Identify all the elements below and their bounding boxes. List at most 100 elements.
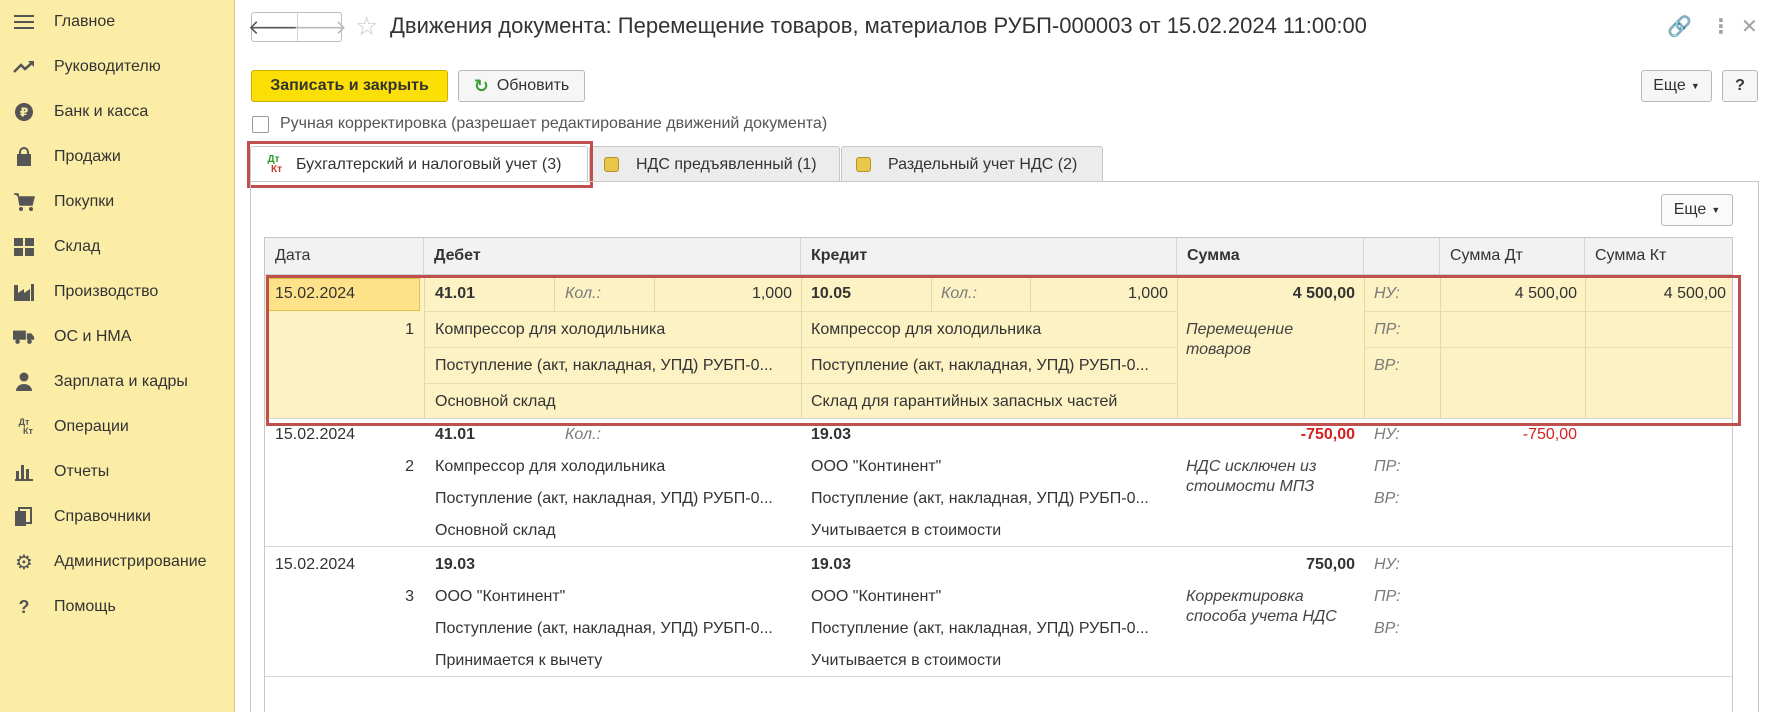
back-button[interactable]: 🡐 — [248, 13, 302, 41]
cell-sum: 750,00 — [1306, 556, 1355, 573]
link-icon[interactable]: 🔗 — [1667, 14, 1692, 39]
dtkt-icon: Дт Кт — [267, 153, 283, 175]
column-header-sum-kt[interactable]: Сумма Кт — [1585, 238, 1732, 274]
table-row[interactable]: 15.02.2024 3 19.03 ООО "Континент" Посту… — [265, 547, 1732, 677]
refresh-button[interactable]: ↻ Обновить — [458, 70, 585, 102]
tab-separate-vat[interactable]: Раздельный учет НДС (2) — [841, 146, 1103, 182]
register-icon — [604, 157, 619, 172]
table-more-button[interactable]: Еще ▼ — [1661, 194, 1733, 226]
svg-text:₽: ₽ — [20, 106, 28, 120]
column-header-debit[interactable]: Дебет — [424, 238, 801, 274]
cell-sum: 4 500,00 — [1292, 285, 1355, 302]
sidebar-item-help[interactable]: ? Помощь — [0, 587, 234, 627]
menu-icon — [13, 11, 35, 33]
cell-debit-qty — [665, 419, 792, 451]
dtkt-icon: Дт Кт — [18, 417, 33, 436]
favorite-star-icon[interactable]: ☆ — [355, 11, 378, 42]
cell-debit-subconto-2: Поступление (акт, накладная, УПД) РУБП-0… — [435, 357, 773, 374]
cell-debit-qty-label: Кол.: — [565, 426, 601, 443]
more-button[interactable]: Еще ▼ — [1641, 70, 1712, 102]
forward-button[interactable]: 🡒 — [293, 13, 347, 41]
cell-date: 15.02.2024 — [275, 556, 356, 573]
cell-credit-subconto-2: Поступление (акт, накладная, УПД) РУБП-0… — [811, 620, 1149, 637]
sidebar-item-warehouse[interactable]: Склад — [0, 227, 234, 267]
tab-accounting[interactable]: Дт Кт Бухгалтерский и налоговый учет (3) — [250, 146, 588, 182]
cell-credit-subconto-3: Учитывается в стоимости — [811, 522, 1002, 539]
gear-icon: ⚙ — [15, 551, 33, 574]
cell-credit-subconto-2: Поступление (акт, накладная, УПД) РУБП-0… — [811, 357, 1149, 374]
sidebar-item-label: Продажи — [54, 148, 121, 165]
cell-debit-subconto-3: Основной склад — [435, 393, 556, 410]
manual-correction-checkbox[interactable] — [252, 115, 269, 133]
sidebar-item-administration[interactable]: ⚙ Администрирование — [0, 542, 234, 582]
cell-date: 15.02.2024 — [275, 285, 356, 302]
sidebar-item-production[interactable]: Производство — [0, 272, 234, 312]
column-header-credit[interactable]: Кредит — [801, 238, 1177, 274]
tab-vat-presented[interactable]: НДС предъявленный (1) — [589, 146, 840, 182]
sidebar-item-label: Помощь — [54, 598, 116, 615]
column-header-date[interactable]: Дата — [265, 238, 424, 274]
cell-debit-account: 19.03 — [435, 556, 476, 573]
sidebar-item-label: ОС и НМА — [54, 328, 132, 345]
cell-debit-subconto-1: Компрессор для холодильника — [435, 458, 666, 475]
refresh-icon: ↻ — [473, 75, 489, 96]
more-label: Еще — [1653, 77, 1686, 94]
cell-content: Перемещение товаров — [1186, 321, 1294, 358]
cell-debit-subconto-2: Поступление (акт, накладная, УПД) РУБП-0… — [435, 620, 773, 637]
cell-debit-account: 41.01 — [435, 426, 476, 443]
navigation-buttons: 🡐 🡒 — [248, 12, 347, 42]
bag-icon — [13, 146, 35, 168]
sidebar-item-purchases[interactable]: Покупки — [0, 182, 234, 222]
sidebar-item-sales[interactable]: Продажи — [0, 137, 234, 177]
table-row[interactable]: 15.02.2024 1 41.01 Кол.: 1,000 Компрессо… — [265, 275, 1732, 419]
sidebar-item-reports[interactable]: Отчеты — [0, 452, 234, 492]
cell-pr-label: ПР: — [1374, 321, 1401, 338]
close-icon[interactable]: ✕ — [1741, 14, 1758, 39]
manual-correction-label: Ручная корректировка (разрешает редактир… — [280, 115, 828, 132]
cell-row-number: 1 — [405, 321, 414, 338]
cell-content: НДС исключен из стоимости МПЗ — [1186, 458, 1317, 495]
tab-label: Бухгалтерский и налоговый учет (3) — [296, 155, 562, 173]
column-header-sum[interactable]: Сумма — [1177, 238, 1364, 274]
cell-vr-label: ВР: — [1374, 490, 1400, 507]
sidebar-item-director[interactable]: Руководителю — [0, 47, 234, 87]
sidebar-item-fixed-assets[interactable]: ОС и НМА — [0, 317, 234, 357]
page-title: Движения документа: Перемещение товаров,… — [390, 13, 1367, 38]
column-header-sum-dt[interactable]: Сумма Дт — [1440, 238, 1585, 274]
cell-sum-kt: 4 500,00 — [1663, 285, 1726, 302]
cell-credit-qty: 1,000 — [1127, 285, 1168, 302]
cell-debit-qty: 1,000 — [751, 285, 792, 302]
cell-sum-dt: -750,00 — [1522, 426, 1577, 443]
sidebar-item-main[interactable]: Главное — [0, 2, 234, 42]
cell-credit-account: 19.03 — [811, 556, 852, 573]
truck-icon — [13, 326, 35, 348]
cell-pr-label: ПР: — [1374, 588, 1401, 605]
sidebar-item-label: Справочники — [54, 508, 151, 525]
cell-credit-subconto-3: Учитывается в стоимости — [811, 652, 1002, 669]
cell-debit-subconto-3: Основной склад — [435, 522, 556, 539]
save-and-close-button[interactable]: Записать и закрыть — [251, 70, 448, 102]
sidebar-item-references[interactable]: Справочники — [0, 497, 234, 537]
sidebar-item-label: Главное — [54, 13, 116, 30]
register-icon — [856, 157, 871, 172]
column-header-type[interactable] — [1364, 238, 1440, 274]
cell-credit-subconto-2: Поступление (акт, накладная, УПД) РУБП-0… — [811, 490, 1149, 507]
table-row[interactable]: 15.02.2024 2 41.01 Кол.: Компрессор для … — [265, 419, 1732, 547]
help-button[interactable]: ? — [1722, 70, 1758, 102]
sidebar-item-label: Зарплата и кадры — [54, 373, 188, 390]
cell-credit-qty-label: Кол.: — [941, 285, 977, 302]
cell-credit-account: 19.03 — [811, 426, 852, 443]
sidebar-item-operations[interactable]: Дт Кт Операции — [0, 407, 234, 447]
sidebar-item-label: Банк и касса — [54, 103, 149, 120]
cell-credit-account: 10.05 — [811, 285, 852, 302]
cell-sum-dt: 4 500,00 — [1514, 285, 1577, 302]
books-icon — [13, 506, 35, 528]
sidebar-item-label: Руководителю — [54, 58, 161, 75]
sidebar-item-salary[interactable]: Зарплата и кадры — [0, 362, 234, 402]
sidebar-item-label: Операции — [54, 418, 129, 435]
sidebar-item-label: Производство — [54, 283, 159, 300]
sidebar-item-bank[interactable]: ₽ Банк и касса — [0, 92, 234, 132]
cell-debit-subconto-2: Поступление (акт, накладная, УПД) РУБП-0… — [435, 490, 773, 507]
more-label: Еще — [1673, 201, 1707, 218]
more-actions-icon[interactable]: ⋮ — [1711, 14, 1731, 39]
